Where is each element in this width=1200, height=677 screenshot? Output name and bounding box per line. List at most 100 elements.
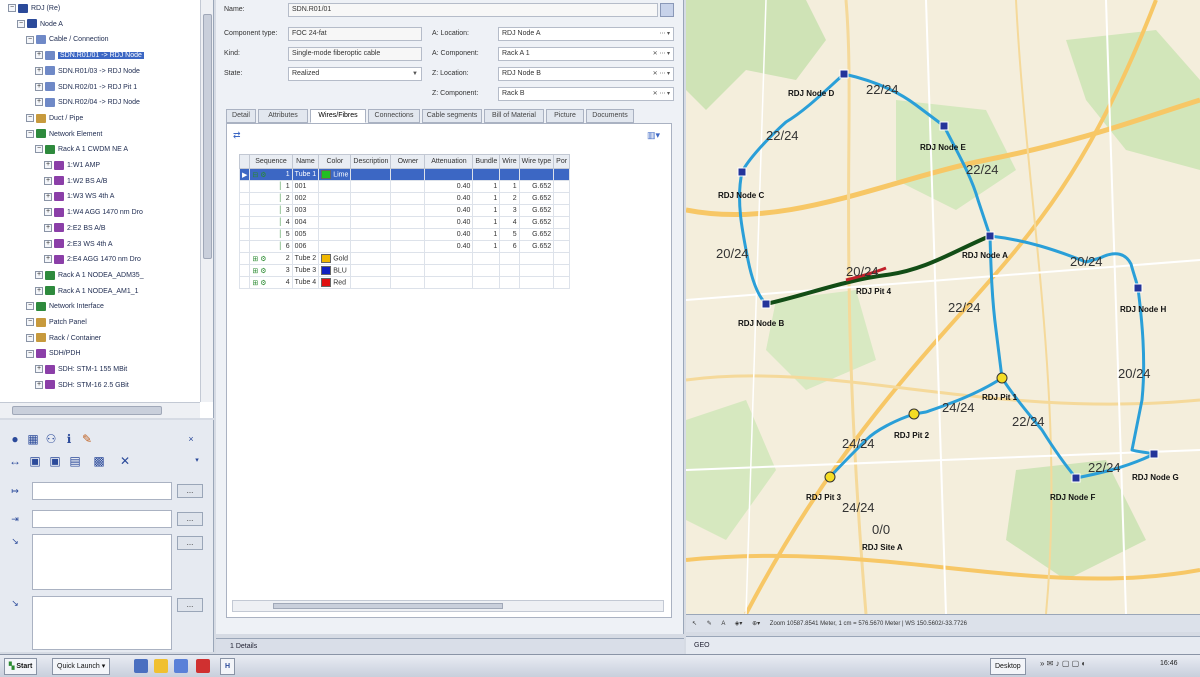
expand-toggle-icon[interactable]: − [35,145,43,154]
measure-icon[interactable]: A [713,621,725,627]
tree-item[interactable]: +1:W4 AGG 1470 nm Dro [44,207,143,219]
column-header[interactable]: Por [553,154,571,169]
expand-toggle-icon[interactable]: − [26,333,34,342]
pen-icon[interactable]: ✎ [699,621,712,627]
tree-item[interactable]: + SDH: STM-1 155 MBit [35,364,127,376]
delete-icon[interactable]: ✕ [118,454,132,468]
tree-horizontal-scrollbar[interactable] [0,402,200,418]
pit-1-marker[interactable] [996,372,1008,384]
name-button[interactable] [660,3,674,17]
tree-vertical-scrollbar[interactable] [200,0,213,402]
component-type-field[interactable]: FOC 24-fat [288,27,422,41]
expand-toggle-icon[interactable]: + [44,223,52,232]
expand-toggle-icon[interactable]: + [35,66,43,75]
save-all-icon[interactable]: ▤ [68,454,82,468]
tray-icons[interactable]: » ✉ ♪ ▢ ▢ ◐ [1040,659,1086,668]
layers-icon[interactable]: ◈▾ [727,621,743,627]
tab-detail[interactable]: Detail [226,109,256,123]
expand-toggle-icon[interactable]: − [26,35,34,44]
tree-item[interactable]: − Network Interface [26,301,104,313]
explorer-icon[interactable] [134,659,148,673]
expand-toggle-icon[interactable]: ⊞ ⚙ [252,268,266,275]
zoom-icon[interactable]: ⊕▾ [744,621,760,627]
table-row[interactable]: │ 3 003 0.40 1 3 G.652 [238,204,571,217]
row-indicator[interactable] [238,204,251,217]
table-row[interactable]: ⊞ ⚙ 3 Tube 3 BLU [238,264,571,277]
pit-3-marker[interactable] [824,471,836,483]
expand-toggle-icon[interactable]: + [35,365,43,374]
start-browse-button[interactable]: ... [177,484,203,498]
name-field[interactable]: SDN.R01/01 [288,3,658,17]
node-a-marker[interactable] [985,231,995,241]
column-header[interactable]: Attenuation [424,154,474,169]
expand-toggle-icon[interactable]: + [44,239,52,248]
info-icon[interactable]: ℹ [62,432,76,446]
tree-item[interactable]: +2:E4 AGG 1470 nm Dro [44,254,141,266]
pen-icon[interactable]: ✎ [80,432,94,446]
grid-icon[interactable]: ▦ [26,432,40,446]
object-tree-panel[interactable]: − RDJ (Re) − Node A − Cable / Connection + SDN.… [0,0,214,418]
tree-item[interactable]: − Patch Panel [26,317,87,329]
table-row[interactable]: ⊞ ⚙ 2 Tube 2 Gold [238,252,571,265]
start-field[interactable] [32,482,172,500]
column-header[interactable]: Name [291,154,320,169]
tree-item[interactable]: + Rack A 1 NODEA_ADM35_ [35,270,144,282]
node-g-marker[interactable] [1149,449,1159,459]
expand-toggle-icon[interactable]: − [26,318,34,327]
clear-browse-icon[interactable]: ✕ ⋯ ▾ [653,48,670,60]
via-list[interactable] [32,534,172,590]
details-tab-label[interactable]: 1 Details [230,643,257,650]
grid-options-icon[interactable]: ⇄ [233,130,241,141]
clear-browse-icon[interactable]: ✕ ⋯ ▾ [653,68,670,80]
column-header[interactable]: Owner [390,154,426,169]
tree-item[interactable]: − Rack A 1 CWDM NE A [35,144,128,156]
desktop-button[interactable]: Desktop [990,658,1026,675]
z-component-field[interactable]: Rack B ✕ ⋯ ▾ [498,87,674,101]
node-c-marker[interactable] [737,167,747,177]
tree-item[interactable]: − Duct / Pipe [26,113,83,125]
grid-horizontal-scrollbar[interactable] [232,600,664,612]
expand-toggle-icon[interactable]: + [35,380,43,389]
tree-item[interactable]: +2:E2 BS A/B [44,223,106,235]
binoculars-icon[interactable]: ⚇ [44,432,58,446]
row-indicator[interactable] [238,216,251,229]
geo-tab[interactable]: GEO [686,636,1200,654]
expand-toggle-icon[interactable]: ⊞ ⚙ [252,280,266,287]
tree-item[interactable]: − SDH/PDH [26,348,81,360]
row-indicator[interactable] [238,228,251,241]
tree-item[interactable]: − Rack / Container [26,333,101,345]
row-indicator[interactable] [238,180,251,193]
node-e-marker[interactable] [939,121,949,131]
browser-icon[interactable] [174,659,188,673]
tree-item[interactable]: − Network Element [26,129,102,141]
a-location-field[interactable]: RDJ Node A ⋯ ▾ [498,27,674,41]
table-row[interactable]: ⊞ ⚙ 4 Tube 4 Red [238,276,571,289]
a-component-field[interactable]: Rack A 1 ✕ ⋯ ▾ [498,47,674,61]
expand-toggle-icon[interactable]: − [17,19,25,28]
disk-icon[interactable]: ▣ [28,454,42,468]
z-location-field[interactable]: RDJ Node B ✕ ⋯ ▾ [498,67,674,81]
expand-toggle-icon[interactable]: − [26,349,34,358]
expand-toggle-icon[interactable]: + [44,208,52,217]
geo-map[interactable]: RDJ Node D RDJ Node E RDJ Node C RDJ Nod… [686,0,1200,614]
node-f-marker[interactable] [1071,473,1081,483]
start-button[interactable]: ▚ Start [4,658,38,675]
tab-bill-of-material[interactable]: Bill of Material [484,109,544,123]
map-canvas[interactable]: RDJ Node D RDJ Node E RDJ Node C RDJ Nod… [686,0,1200,614]
app-task-button[interactable]: H [220,658,236,675]
tree-scroll-thumb[interactable] [203,14,212,259]
column-header[interactable]: Color [318,154,352,169]
table-row[interactable]: ▶ ⊟ ⚙ 1 Tube 1 Lime [238,168,571,181]
tree-item[interactable]: + SDN.R02/01 -> RDJ Pit 1 [35,82,137,94]
app-icon[interactable] [196,659,210,673]
tree-item[interactable]: + SDN.R01/03 -> RDJ Node [35,66,140,78]
table-row[interactable]: │ 5 005 0.40 1 5 G.652 [238,228,571,241]
tab-cable-segments[interactable]: Cable segments [422,109,482,123]
expand-toggle-icon[interactable]: − [26,114,34,123]
expand-toggle-icon[interactable]: − [26,129,34,138]
table-row[interactable]: │ 4 004 0.40 1 4 G.652 [238,216,571,229]
expand-toggle-icon[interactable]: + [35,271,43,280]
state-dropdown[interactable]: Realized ▼ [288,67,422,81]
browse-icon[interactable]: ⋯ ▾ [659,28,670,40]
column-chooser-icon[interactable]: ▥▾ [647,130,660,141]
